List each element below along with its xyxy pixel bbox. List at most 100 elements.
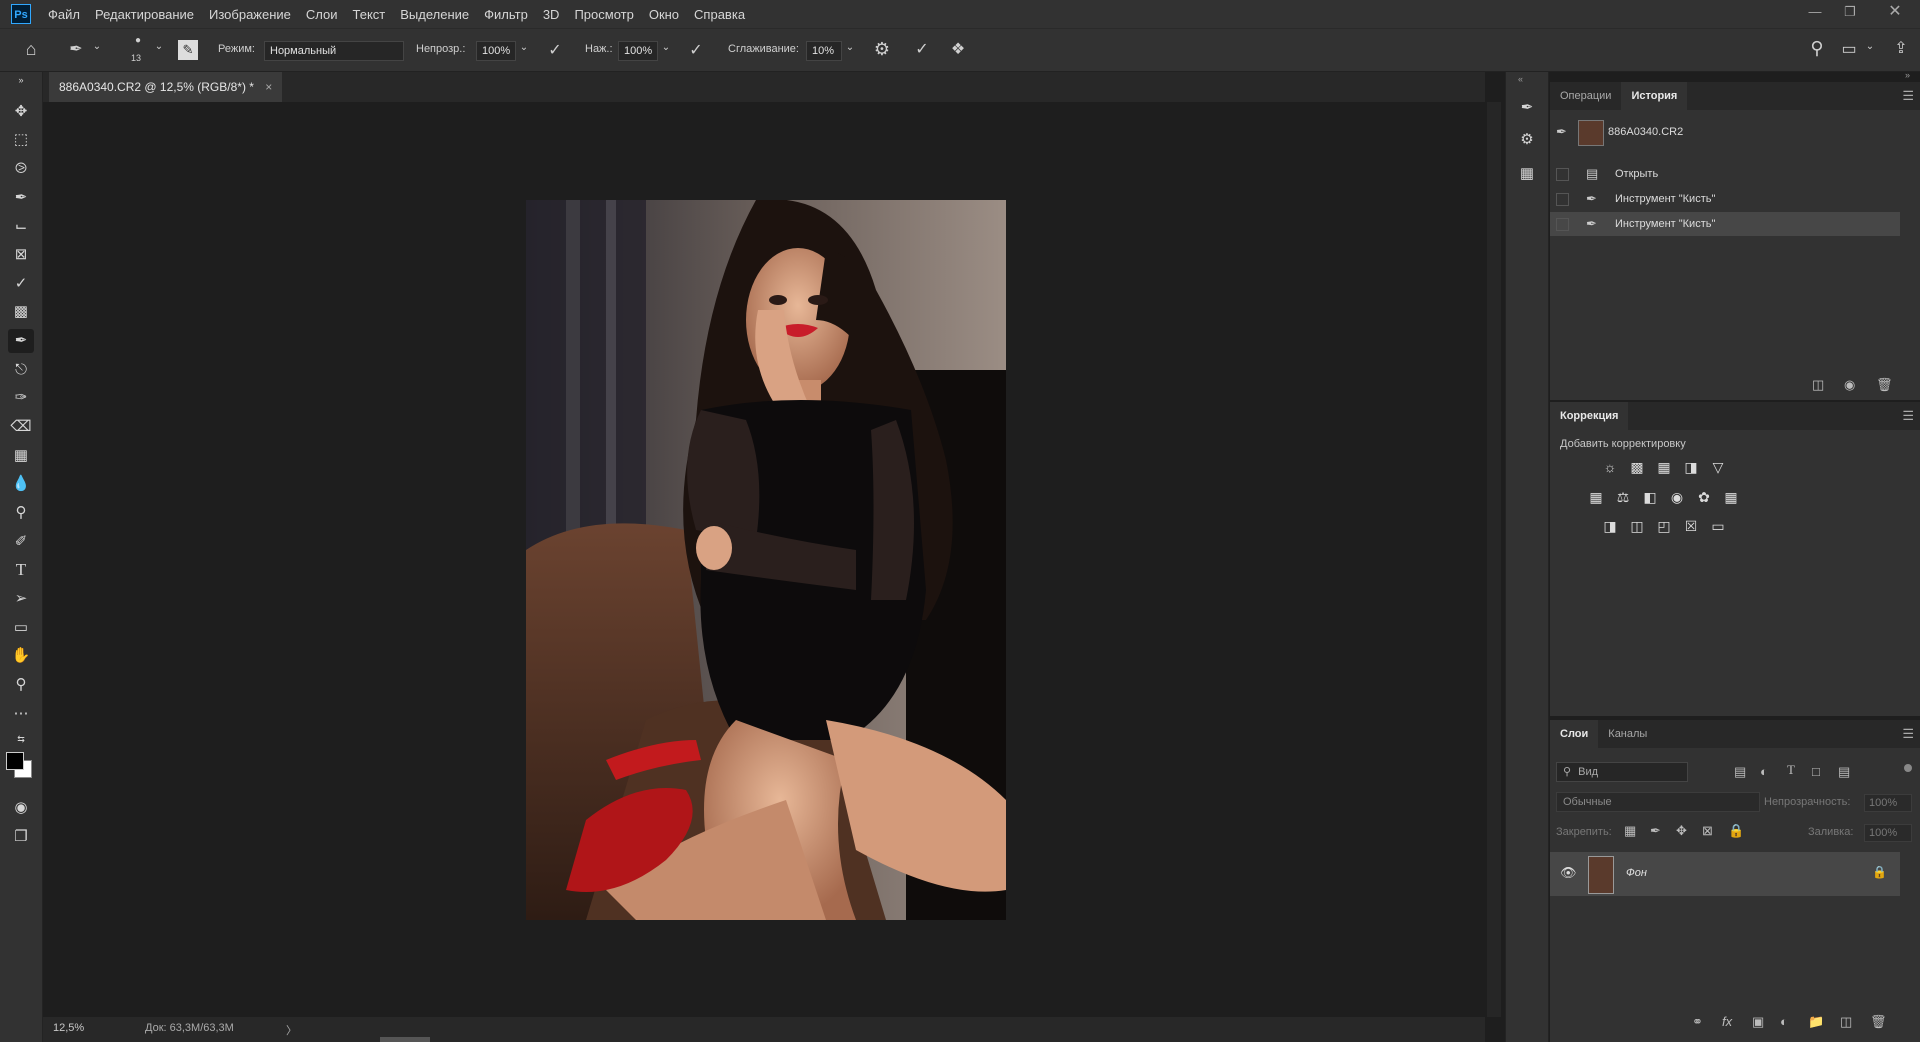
layer-row[interactable]: 👁 Фон 🔒: [1550, 852, 1900, 896]
layer-filter-select[interactable]: ⚲ Вид: [1556, 762, 1688, 782]
collapse-icon[interactable]: »: [1905, 70, 1910, 80]
history-source-checkbox[interactable]: [1556, 218, 1569, 231]
document-image[interactable]: [526, 200, 1006, 920]
pressure-size-icon[interactable]: ✓: [912, 39, 932, 59]
close-tab-icon[interactable]: ×: [265, 80, 272, 94]
hand-tool-icon[interactable]: ✋: [8, 644, 34, 668]
layer-opacity-field[interactable]: 100%: [1864, 794, 1912, 812]
panel-menu-icon[interactable]: ☰: [1902, 726, 1914, 742]
exposure-icon[interactable]: ◨: [1681, 458, 1701, 476]
minimize-icon[interactable]: —: [1800, 0, 1830, 28]
home-icon[interactable]: ⌂: [20, 39, 42, 60]
filter-adjustment-icon[interactable]: ◐: [1760, 764, 1768, 779]
opacity-field[interactable]: 100%: [476, 41, 516, 61]
threshold-icon[interactable]: ◰: [1654, 517, 1674, 535]
search-icon[interactable]: ⚲: [1806, 38, 1828, 59]
lock-position-icon[interactable]: ✥: [1676, 823, 1687, 839]
libraries-panel-icon[interactable]: ▦: [1516, 164, 1538, 186]
filter-smart-object-icon[interactable]: ▤: [1838, 764, 1850, 780]
history-snapshot[interactable]: ✒ 886A0340.CR2: [1550, 118, 1900, 148]
gradient-tool-icon[interactable]: ▦: [8, 444, 34, 468]
airbrush-icon[interactable]: ✓: [686, 40, 706, 60]
lock-all-icon[interactable]: 🔒: [1728, 823, 1744, 839]
horizontal-scrollbar-thumb[interactable]: [380, 1037, 430, 1042]
brush-tool-icon[interactable]: ✒: [66, 39, 86, 59]
lock-icon[interactable]: 🔒: [1872, 865, 1887, 879]
history-source-checkbox[interactable]: [1556, 168, 1569, 181]
tab-layers[interactable]: Слои: [1550, 720, 1599, 748]
adjustment-layer-icon[interactable]: ◐: [1780, 1014, 1788, 1029]
panel-menu-icon[interactable]: ☰: [1902, 88, 1914, 104]
marquee-tool-icon[interactable]: ⬚: [8, 128, 34, 152]
collapse-icon[interactable]: «: [1518, 74, 1523, 84]
share-icon[interactable]: ⇪: [1890, 38, 1912, 58]
lock-pixels-icon[interactable]: ✒: [1650, 823, 1661, 839]
chevron-down-icon[interactable]: ⌄: [844, 42, 856, 53]
pen-tool-icon[interactable]: ✐: [8, 530, 34, 554]
add-mask-icon[interactable]: ▣: [1752, 1014, 1764, 1030]
eraser-tool-icon[interactable]: ⌫: [8, 415, 34, 439]
properties-panel-icon[interactable]: ⚙: [1516, 130, 1538, 152]
workspace-icon[interactable]: ▭: [1838, 39, 1860, 59]
collapse-icon[interactable]: »: [8, 74, 34, 86]
menu-image[interactable]: Изображение: [209, 7, 291, 22]
eyedropper-tool-icon[interactable]: ✓: [8, 272, 34, 296]
filter-toggle[interactable]: [1904, 764, 1912, 772]
brightness-contrast-icon[interactable]: ☼: [1600, 458, 1620, 476]
restore-icon[interactable]: ❐: [1835, 0, 1865, 28]
blend-mode-select[interactable]: Обычные: [1556, 792, 1760, 812]
link-layers-icon[interactable]: ⚭: [1692, 1014, 1703, 1030]
posterize-icon[interactable]: ◫: [1627, 517, 1647, 535]
zoom-tool-icon[interactable]: ⚲: [8, 673, 34, 697]
panel-menu-icon[interactable]: ☰: [1902, 408, 1914, 424]
gradient-map-icon[interactable]: ▭: [1708, 517, 1728, 535]
hue-saturation-icon[interactable]: ▦: [1586, 488, 1606, 506]
brush-settings-icon[interactable]: ✎: [178, 40, 198, 60]
menu-filter[interactable]: Фильтр: [484, 7, 528, 22]
quick-select-tool-icon[interactable]: ✒: [8, 186, 34, 210]
history-panel-icon[interactable]: ✒: [1516, 98, 1538, 120]
group-folder-icon[interactable]: 📁: [1808, 1014, 1824, 1030]
flow-field[interactable]: 100%: [618, 41, 658, 61]
screen-mode-icon[interactable]: ❐: [8, 825, 34, 849]
snapshot-camera-icon[interactable]: ◉: [1844, 377, 1855, 393]
lock-transparency-icon[interactable]: ▦: [1624, 823, 1636, 839]
menu-window[interactable]: Окно: [649, 7, 679, 22]
symmetry-icon[interactable]: ❖: [948, 39, 968, 59]
blur-tool-icon[interactable]: 💧: [8, 472, 34, 496]
visibility-eye-icon[interactable]: 👁: [1560, 865, 1577, 881]
fx-icon[interactable]: fx: [1722, 1014, 1732, 1029]
history-row-selected[interactable]: ✒ Инструмент "Кисть": [1550, 212, 1900, 236]
trash-icon[interactable]: 🗑: [1870, 1014, 1887, 1030]
brush-tool-icon[interactable]: ✒: [8, 329, 34, 353]
lasso-tool-icon[interactable]: ⧁: [8, 157, 34, 181]
curves-icon[interactable]: ▦: [1654, 458, 1674, 476]
history-row[interactable]: ▤ Открыть: [1550, 162, 1900, 186]
channel-mixer-icon[interactable]: ✿: [1694, 488, 1714, 506]
menu-text[interactable]: Текст: [353, 7, 386, 22]
new-document-from-state-icon[interactable]: ◫: [1812, 377, 1824, 393]
brush-preset-icon[interactable]: ●: [128, 35, 148, 46]
smoothing-field[interactable]: 10%: [806, 41, 842, 61]
history-brush-tool-icon[interactable]: ✑: [8, 386, 34, 410]
chevron-down-icon[interactable]: ⌄: [154, 41, 164, 52]
chevron-down-icon[interactable]: ⌄: [518, 42, 530, 53]
history-source-checkbox[interactable]: [1556, 193, 1569, 206]
swap-colors-icon[interactable]: ⇆: [8, 732, 34, 746]
vibrance-icon[interactable]: ▽: [1708, 458, 1728, 476]
dodge-tool-icon[interactable]: ⚲: [8, 501, 34, 525]
filter-type-icon[interactable]: T: [1787, 762, 1795, 778]
menu-edit[interactable]: Редактирование: [95, 7, 194, 22]
tab-actions[interactable]: Операции: [1550, 82, 1621, 110]
path-select-tool-icon[interactable]: ➢: [8, 587, 34, 611]
menu-layers[interactable]: Слои: [306, 7, 338, 22]
tab-history[interactable]: История: [1621, 82, 1688, 110]
document-tab[interactable]: 886A0340.CR2 @ 12,5% (RGB/8*) * ×: [49, 72, 283, 102]
zoom-level[interactable]: 12,5%: [53, 1022, 84, 1034]
selective-color-icon[interactable]: ☒: [1681, 517, 1701, 535]
move-tool-icon[interactable]: ✥: [8, 100, 34, 124]
photo-filter-icon[interactable]: ◉: [1667, 488, 1687, 506]
color-balance-icon[interactable]: ⚖: [1613, 488, 1633, 506]
healing-tool-icon[interactable]: ▩: [8, 300, 34, 324]
layer-fill-field[interactable]: 100%: [1864, 824, 1912, 842]
